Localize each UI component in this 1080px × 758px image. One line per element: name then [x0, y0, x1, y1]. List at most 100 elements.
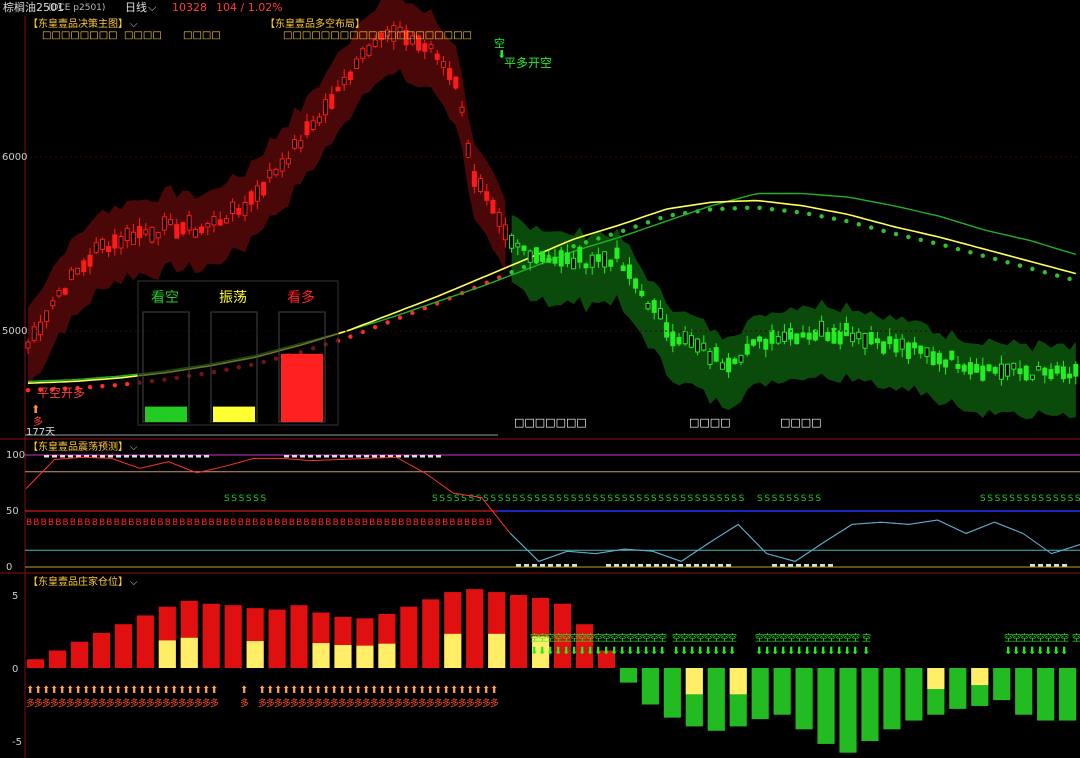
candle-body: [1073, 363, 1079, 377]
candle-body: [62, 288, 68, 295]
candle-body: [496, 211, 502, 227]
buy-marker: B: [457, 518, 463, 528]
buy-marker: B: [340, 518, 346, 528]
stop-dot-red: [112, 383, 118, 388]
osc-square: [702, 564, 707, 567]
stop-dot-green: [757, 205, 762, 210]
candle-body: [930, 351, 936, 366]
osc-square: [404, 455, 409, 458]
candle-body: [924, 347, 930, 357]
buy-marker: B: [216, 518, 222, 528]
candle-body: [558, 250, 564, 267]
candle-body: [905, 342, 911, 359]
sell-marker: S: [815, 494, 821, 504]
main-panel-title: 【东皇壹品决策主图】: [28, 17, 128, 30]
candle-body: [912, 342, 918, 349]
sentiment-fill: [145, 406, 187, 422]
candle-body: [639, 290, 645, 297]
sell-marker: S: [512, 494, 518, 504]
sell-marker: S: [1024, 494, 1030, 504]
buy-marker: B: [143, 518, 149, 528]
arrow-up-icon: ⬆: [490, 685, 498, 696]
osc-square: [548, 564, 553, 567]
candle-body: [701, 342, 707, 351]
sell-marker: S: [1068, 494, 1074, 504]
candle-body: [794, 333, 800, 345]
pos-bar-short: [883, 668, 901, 730]
pos-bar-short: [773, 668, 791, 715]
osc-square: [52, 455, 57, 458]
pos-bar-long: [92, 632, 111, 668]
candle-body: [602, 251, 608, 268]
pos-bar-overlay: [444, 633, 462, 668]
osc-square: [44, 455, 49, 458]
candle-body: [657, 308, 663, 320]
sell-marker: S: [439, 494, 445, 504]
days-label: 177天: [26, 427, 55, 438]
candle-body: [186, 215, 192, 231]
candle-body: [87, 254, 93, 267]
candle-body: [608, 259, 614, 267]
sell-marker: S: [709, 494, 715, 504]
candle-body: [298, 140, 304, 149]
stop-dot-green: [1017, 263, 1023, 268]
candle-body: [595, 254, 601, 262]
buy-marker: B: [325, 518, 331, 528]
stop-dot-green: [993, 256, 998, 262]
sell-marker: S: [505, 494, 511, 504]
short-signal-label: 平多开空: [504, 56, 552, 70]
long-marker: 多: [210, 697, 219, 709]
buy-marker: B: [384, 518, 390, 528]
pos-bar-overlay: [488, 633, 506, 668]
candle-body: [304, 121, 310, 136]
sell-marker: S: [607, 494, 613, 504]
pos-bar-overlay: [334, 645, 352, 668]
candle-body: [788, 328, 794, 340]
pos-bar-long: [268, 609, 286, 668]
candle-body: [986, 364, 992, 372]
candle-body: [1042, 367, 1048, 376]
candle-body: [502, 224, 508, 241]
buy-marker: B: [157, 518, 163, 528]
candle-body: [211, 215, 217, 226]
sell-marker: S: [688, 494, 694, 504]
arrow-up-icon: ⬆: [240, 685, 248, 696]
sell-marker: S: [246, 494, 252, 504]
osc-square: [1046, 564, 1051, 567]
sell-marker: S: [432, 494, 438, 504]
osc-square: [524, 564, 529, 567]
stop-dot-green: [955, 246, 961, 252]
pos-bar-overlay: [312, 643, 330, 668]
stop-dot-green: [658, 215, 663, 221]
candle-body: [453, 76, 459, 89]
osc-square: [686, 564, 691, 567]
buy-marker: B: [223, 518, 229, 528]
candle-body: [37, 321, 43, 336]
pos-bar-short: [839, 668, 857, 753]
pos-bar-short: [707, 668, 725, 731]
sell-marker: S: [563, 494, 569, 504]
stop-dot-green: [943, 243, 948, 248]
osc-square: [820, 564, 825, 567]
stop-dot-green: [596, 236, 601, 241]
candle-body: [521, 245, 527, 251]
sell-marker: S: [231, 494, 237, 504]
chart-canvas[interactable]: 60005000【东皇壹品决策主图】 ⌵ 【东皇壹品多空布局】□□□□□□□□ □□□…: [0, 0, 1080, 758]
sell-marker: S: [1060, 494, 1066, 504]
candle-body: [329, 94, 335, 109]
osc-square: [1062, 564, 1067, 567]
osc-square: [412, 455, 417, 458]
osc-square: [156, 455, 161, 458]
arrow-down-icon: ⬇: [658, 646, 666, 657]
candle-body: [713, 347, 719, 362]
candle-body: [465, 142, 471, 159]
buy-marker: B: [187, 518, 193, 528]
candle-body: [732, 358, 738, 364]
pos-bar-short: [751, 668, 769, 720]
buy-marker: B: [245, 518, 251, 528]
candle-body: [775, 336, 781, 344]
sell-marker: S: [1075, 494, 1080, 504]
stop-dot-green: [856, 222, 861, 227]
osc-square: [646, 564, 651, 567]
buy-marker: B: [252, 518, 258, 528]
